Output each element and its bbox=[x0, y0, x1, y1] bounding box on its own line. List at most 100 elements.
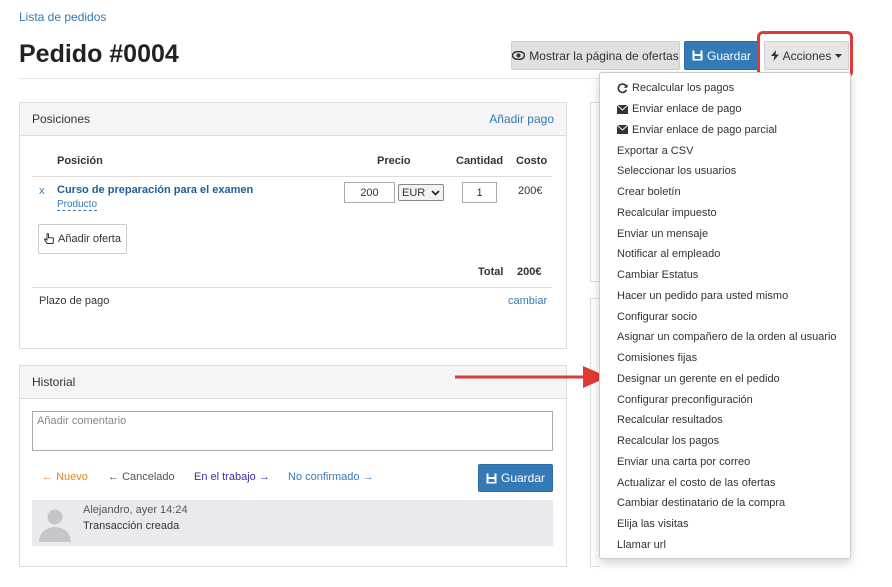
show-offers-button[interactable]: Mostrar la página de ofertas bbox=[511, 41, 680, 70]
save-label: Guardar bbox=[706, 48, 752, 63]
column-header-position: Posición bbox=[57, 155, 103, 167]
actions-menu-item-label: Llamar url bbox=[617, 538, 666, 551]
actions-menu-item-label: Enviar una carta por correo bbox=[617, 455, 751, 468]
actions-menu-item[interactable]: Enviar enlace de pago parcial bbox=[600, 120, 850, 141]
actions-menu-item-label: Exportar a CSV bbox=[617, 144, 694, 157]
actions-menu-item[interactable]: Cambiar Estatus bbox=[600, 265, 850, 286]
actions-menu-item[interactable]: Llamar url bbox=[600, 535, 850, 556]
actions-menu-item-label: Configurar socio bbox=[617, 310, 698, 323]
actions-menu-item-label: Asignar un compañero de la orden al usua… bbox=[617, 331, 837, 344]
status-new-link[interactable]: ← Nuevo bbox=[42, 471, 88, 483]
actions-menu-item-label: Comisiones fijas bbox=[617, 352, 698, 365]
actions-menu-item-label: Notificar al empleado bbox=[617, 248, 721, 261]
actions-menu-item-label: Elija las visitas bbox=[617, 518, 689, 531]
position-cost: 200€ bbox=[518, 185, 543, 197]
actions-menu-item-label: Enviar enlace de pago bbox=[632, 103, 742, 116]
save-button[interactable]: Guardar bbox=[684, 41, 759, 70]
status-new-label: Nuevo bbox=[56, 471, 88, 483]
comment-input[interactable]: Añadir comentario bbox=[32, 411, 553, 451]
floppy-icon bbox=[692, 50, 703, 61]
actions-menu-item[interactable]: Enviar una carta por correo bbox=[600, 452, 850, 473]
add-payment-link[interactable]: Añadir pago bbox=[489, 112, 554, 126]
quantity-input[interactable]: 1 bbox=[462, 182, 497, 203]
floppy-icon bbox=[486, 473, 497, 483]
actions-menu-item[interactable]: Crear boletín bbox=[600, 182, 850, 203]
actions-menu-item-label: Recalcular resultados bbox=[617, 414, 723, 427]
actions-menu-item-label: Crear boletín bbox=[617, 186, 681, 199]
actions-menu-item-label: Enviar enlace de pago parcial bbox=[632, 123, 777, 136]
status-cancelled-link[interactable]: ← Cancelado bbox=[108, 471, 175, 483]
total-divider bbox=[32, 287, 552, 288]
actions-menu-item-label: Recalcular los pagos bbox=[632, 82, 735, 95]
page-title: Pedido #0004 bbox=[19, 40, 179, 68]
actions-menu-item[interactable]: Notificar al empleado bbox=[600, 244, 850, 265]
actions-menu-item[interactable]: Elija las visitas bbox=[600, 514, 850, 535]
status-in-work-label: En el trabajo bbox=[194, 471, 256, 483]
history-save-label: Guardar bbox=[500, 471, 546, 485]
price-input[interactable]: 200 bbox=[344, 182, 395, 203]
actions-menu-item-label: Seleccionar los usuarios bbox=[617, 165, 737, 178]
actions-menu-item[interactable]: Actualizar el costo de las ofertas bbox=[600, 472, 850, 493]
actions-dropdown-menu: Recalcular los pagos Enviar enlace de pag… bbox=[599, 72, 851, 559]
add-offer-label: Añadir oferta bbox=[58, 233, 121, 245]
column-header-cost: Costo bbox=[516, 155, 548, 167]
actions-menu-item[interactable]: Recalcular los pagos bbox=[600, 78, 850, 99]
actions-menu-item[interactable]: Hacer un pedido para usted mismo bbox=[600, 286, 850, 307]
actions-menu-item[interactable]: Recalcular impuesto bbox=[600, 203, 850, 224]
actions-menu-item-label: Designar un gerente en el pedido bbox=[617, 372, 780, 385]
table-header-divider bbox=[32, 176, 552, 177]
total-value: 200€ bbox=[517, 266, 542, 278]
positions-title: Posiciones bbox=[32, 112, 91, 126]
actions-menu-item[interactable]: Exportar a CSV bbox=[600, 140, 850, 161]
actions-menu-item-label: Actualizar el costo de las ofertas bbox=[617, 476, 776, 489]
breadcrumb[interactable]: Lista de pedidos bbox=[19, 10, 106, 24]
payment-term-label: Plazo de pago bbox=[39, 295, 110, 307]
hand-pointer-icon bbox=[44, 233, 55, 244]
actions-menu-item-label: Hacer un pedido para usted mismo bbox=[617, 289, 789, 302]
status-unconfirmed-link[interactable]: No confirmado → bbox=[288, 471, 374, 483]
history-entry-meta: Alejandro, ayer 14:24 bbox=[83, 504, 188, 516]
column-header-price: Precio bbox=[377, 155, 411, 167]
status-in-work-link[interactable]: En el trabajo → bbox=[194, 471, 270, 483]
history-entry: Alejandro, ayer 14:24 Transacción creada bbox=[32, 500, 553, 546]
actions-menu-item[interactable]: Configurar preconfiguración bbox=[600, 389, 850, 410]
currency-value: EUR bbox=[402, 186, 426, 199]
avatar bbox=[36, 504, 74, 542]
history-save-button[interactable]: Guardar bbox=[478, 464, 553, 492]
position-type-link[interactable]: Producto bbox=[57, 199, 98, 211]
currency-select[interactable]: EUR bbox=[398, 184, 444, 201]
actions-menu-item[interactable]: Enviar enlace de pago bbox=[600, 99, 850, 120]
actions-menu-item-label: Cambiar Estatus bbox=[617, 269, 699, 282]
positions-heading: Posiciones Añadir pago bbox=[20, 103, 566, 136]
actions-menu-item[interactable]: Cambiar destinatario de la compra bbox=[600, 493, 850, 514]
actions-menu-item[interactable]: Recalcular resultados bbox=[600, 410, 850, 431]
history-title: Historial bbox=[32, 375, 76, 389]
status-cancelled-label: Cancelado bbox=[122, 471, 175, 483]
history-entry-text: Transacción creada bbox=[83, 520, 180, 532]
actions-menu-item-label: Configurar preconfiguración bbox=[617, 393, 753, 406]
envelope-icon bbox=[617, 104, 628, 115]
eye-icon bbox=[512, 51, 526, 60]
actions-menu-item[interactable]: Asignar un compañero de la orden al usua… bbox=[600, 327, 850, 348]
envelope-icon bbox=[617, 124, 628, 135]
actions-menu-item-label: Enviar un mensaje bbox=[617, 227, 709, 240]
chevron-down-icon bbox=[431, 189, 440, 196]
actions-menu-item[interactable]: Designar un gerente en el pedido bbox=[600, 369, 850, 390]
show-offers-label: Mostrar la página de ofertas bbox=[529, 48, 679, 63]
status-unconfirmed-label: No confirmado bbox=[288, 471, 360, 483]
actions-menu-item[interactable]: Comisiones fijas bbox=[600, 348, 850, 369]
actions-menu-item[interactable]: Seleccionar los usuarios bbox=[600, 161, 850, 182]
actions-menu-item-label: Recalcular impuesto bbox=[617, 206, 717, 219]
actions-menu-item-label: Recalcular los pagos bbox=[617, 435, 720, 448]
total-label: Total bbox=[478, 266, 504, 278]
actions-menu-item[interactable]: Configurar socio bbox=[600, 306, 850, 327]
remove-position-button[interactable]: x bbox=[39, 185, 45, 197]
annotation-arrow-icon bbox=[455, 366, 608, 388]
actions-menu-item[interactable]: Enviar un mensaje bbox=[600, 223, 850, 244]
actions-menu-item[interactable]: Recalcular los pagos bbox=[600, 431, 850, 452]
highlight-box bbox=[757, 31, 853, 78]
change-payment-term-link[interactable]: cambiar bbox=[508, 295, 547, 307]
add-offer-button[interactable]: Añadir oferta bbox=[38, 224, 127, 254]
refresh-icon bbox=[617, 83, 628, 94]
position-name-link[interactable]: Curso de preparación para el examen bbox=[57, 184, 253, 196]
